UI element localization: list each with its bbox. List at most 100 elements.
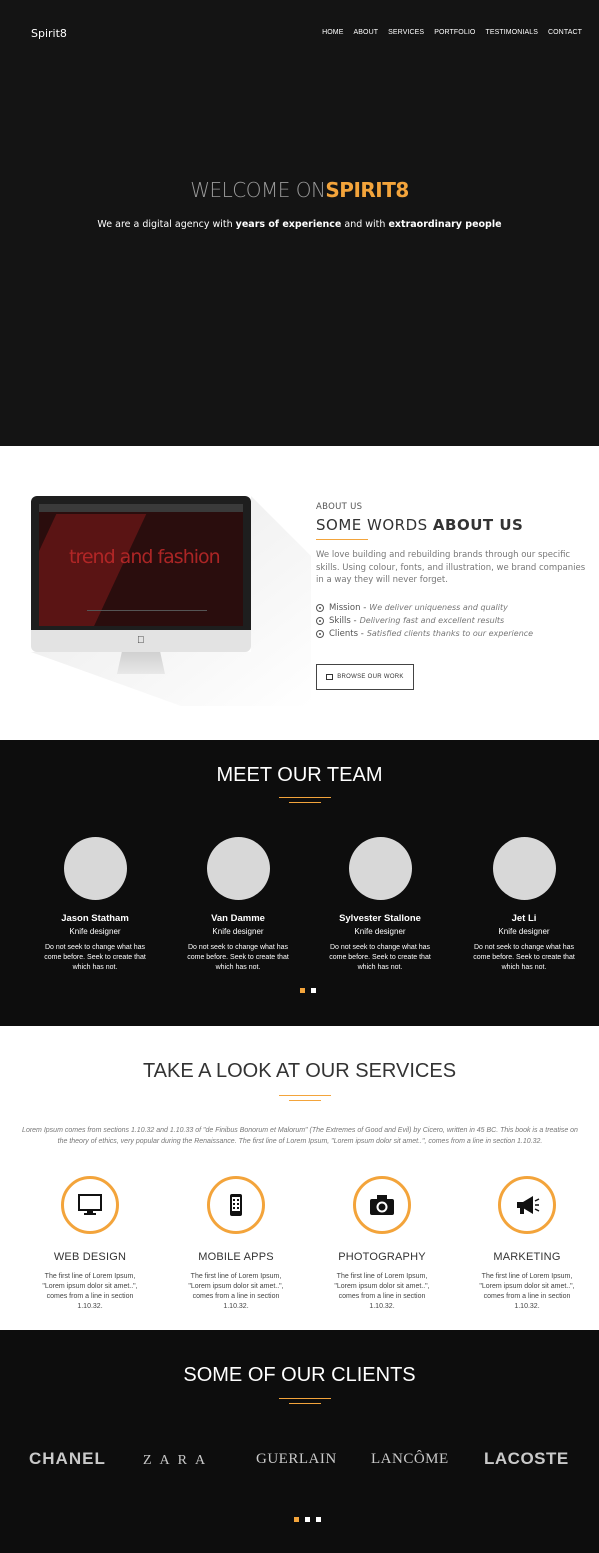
team-carousel-dots <box>300 988 316 993</box>
service-title: MOBILE APPS <box>198 1251 274 1263</box>
team-title-divider <box>279 797 331 807</box>
member-desc: Do not seek to change what has come befo… <box>187 944 289 971</box>
about-item-label: Clients - <box>329 628 364 639</box>
megaphone-icon <box>517 1196 540 1214</box>
team-member: Van Damme Knife designer Do not seek to … <box>183 837 293 973</box>
member-role: Knife designer <box>354 927 406 936</box>
brand-logo[interactable]: Spirit8 <box>31 27 67 40</box>
service-title: WEB DESIGN <box>53 1251 127 1263</box>
clients-title-divider <box>279 1398 331 1408</box>
member-name: Jet Li <box>511 913 537 924</box>
avatar <box>348 837 412 900</box>
clients-title-light: SOME OF <box>183 1364 282 1386</box>
clients-title-bold: OUR CLIENTS <box>281 1364 416 1386</box>
page: Spirit8 HOME ABOUT SERVICES PORTFOLIO TE… <box>0 0 599 1553</box>
clients-carousel-dots <box>294 1517 321 1522</box>
about-title-bold: ABOUT US <box>432 516 524 534</box>
briefcase-icon <box>326 674 334 680</box>
service-text: The first line of Lorem Ipsum, "Lorem ip… <box>479 1273 575 1310</box>
avatar <box>63 837 127 900</box>
about-feature-list: Mission - We deliver uniqueness and quali… <box>316 601 586 640</box>
client-logo-guerlain: GUERLAIN <box>256 1451 337 1467</box>
imac-stand <box>117 652 165 674</box>
member-desc: Do not seek to change what has come befo… <box>473 944 575 971</box>
services-title-bold: OUR SERVICES <box>305 1060 457 1082</box>
nav-portfolio[interactable]: PORTFOLIO <box>434 29 475 36</box>
target-icon <box>316 616 324 625</box>
team-member: Jet Li Knife designer Do not seek to cha… <box>469 837 579 973</box>
target-icon <box>316 603 324 612</box>
nav-contact[interactable]: CONTACT <box>548 29 582 36</box>
carousel-dot-2[interactable] <box>311 988 316 993</box>
hero-title-prefix: WELCOME ON <box>190 178 326 202</box>
services-title-light: TAKE A LOOK AT <box>142 1060 306 1082</box>
service-icon-circle <box>207 1176 265 1234</box>
service-icon-circle <box>498 1176 556 1234</box>
about-title-light: SOME WORDS <box>316 516 433 534</box>
service-text: The first line of Lorem Ipsum, "Lorem ip… <box>188 1273 284 1310</box>
about-item-desc: Delivering fast and excellent results <box>359 616 505 625</box>
member-desc: Do not seek to change what has come befo… <box>44 944 146 971</box>
member-name: Van Damme <box>211 913 265 924</box>
nav-about[interactable]: ABOUT <box>354 29 379 36</box>
services-title: TAKE A LOOK AT OUR SERVICES <box>0 1060 599 1083</box>
client-logo-lacoste: LACOSTE <box>484 1449 569 1468</box>
about-section: trend and fashion  ABOUT US SOME WORDS … <box>0 446 599 740</box>
nav-testimonials[interactable]: TESTIMONIALS <box>485 29 538 36</box>
nav-services[interactable]: SERVICES <box>388 29 424 36</box>
about-item-label: Skills - <box>329 615 357 626</box>
services-title-divider <box>279 1095 331 1105</box>
target-icon <box>316 629 324 638</box>
about-divider <box>316 539 368 540</box>
screen-headline: trend and fashion <box>69 546 221 568</box>
carousel-dot-1[interactable] <box>294 1517 299 1522</box>
about-item-label: Mission - <box>329 602 367 613</box>
carousel-dot-2[interactable] <box>305 1517 310 1522</box>
client-logo-lancome: LANCÔME <box>371 1451 449 1467</box>
about-title: SOME WORDS ABOUT US <box>316 516 523 534</box>
monitor-icon <box>78 1194 102 1215</box>
team-title-bold: OUR TEAM <box>277 764 383 786</box>
team-section: MEET OUR TEAM Jason Statham Knife design… <box>0 740 599 1026</box>
browse-button-label: BROWSE OUR WORK <box>337 674 404 680</box>
team-member: Jason Statham Knife designer Do not seek… <box>40 837 150 973</box>
hero-sub-bold-2: extraordinary people <box>388 219 502 230</box>
team-title-light: MEET <box>216 764 278 786</box>
service-web-design: WEB DESIGN The first line of Lorem Ipsum… <box>35 1176 145 1312</box>
camera-icon <box>370 1195 394 1215</box>
hero-sub-bold-1: years of experience <box>235 219 342 230</box>
hero-title-accent: SPIRIT8 <box>325 178 409 202</box>
service-text: The first line of Lorem Ipsum, "Lorem ip… <box>334 1273 430 1310</box>
service-title: MARKETING <box>493 1251 561 1263</box>
services-intro: Lorem Ipsum comes from sections 1.10.32 … <box>22 1127 578 1145</box>
imac-frame: trend and fashion <box>31 496 251 630</box>
about-item-desc: Satisfied clients thanks to our experien… <box>366 629 534 638</box>
clients-title: SOME OF OUR CLIENTS <box>0 1364 599 1387</box>
member-desc: Do not seek to change what has come befo… <box>329 944 431 971</box>
client-logo-row: CHANEL ZARA GUERLAIN LANCÔME LACOSTE <box>0 1447 599 1471</box>
service-icon-circle <box>61 1176 119 1234</box>
hero-title: WELCOME ONSPIRIT8 <box>0 178 599 202</box>
hero-subtitle: We are a digital agency with years of ex… <box>0 219 599 230</box>
hero-section: Spirit8 HOME ABOUT SERVICES PORTFOLIO TE… <box>0 0 599 446</box>
mobile-icon <box>230 1194 242 1216</box>
client-logo-zara: ZARA <box>143 1453 214 1468</box>
service-text: The first line of Lorem Ipsum, "Lorem ip… <box>42 1273 138 1310</box>
nav-home[interactable]: HOME <box>322 29 343 36</box>
avatar <box>206 837 270 900</box>
member-name: Sylvester Stallone <box>339 913 421 924</box>
service-marketing: MARKETING The first line of Lorem Ipsum,… <box>472 1176 582 1312</box>
service-icon-circle <box>353 1176 411 1234</box>
member-role: Knife designer <box>212 927 264 936</box>
team-title: MEET OUR TEAM <box>0 764 599 787</box>
member-role: Knife designer <box>69 927 121 936</box>
about-kicker: ABOUT US <box>316 502 363 512</box>
browse-our-work-button[interactable]: BROWSE OUR WORK <box>316 664 414 690</box>
imac-illustration: trend and fashion  <box>31 496 251 674</box>
about-item-desc: We deliver uniqueness and quality <box>369 603 508 612</box>
carousel-dot-3[interactable] <box>316 1517 321 1522</box>
about-item-skills: Skills - Delivering fast and excellent re… <box>316 614 586 627</box>
service-photography: PHOTOGRAPHY The first line of Lorem Ipsu… <box>327 1176 437 1312</box>
about-paragraph: We love building and rebuilding brands t… <box>316 550 586 585</box>
carousel-dot-1[interactable] <box>300 988 305 993</box>
